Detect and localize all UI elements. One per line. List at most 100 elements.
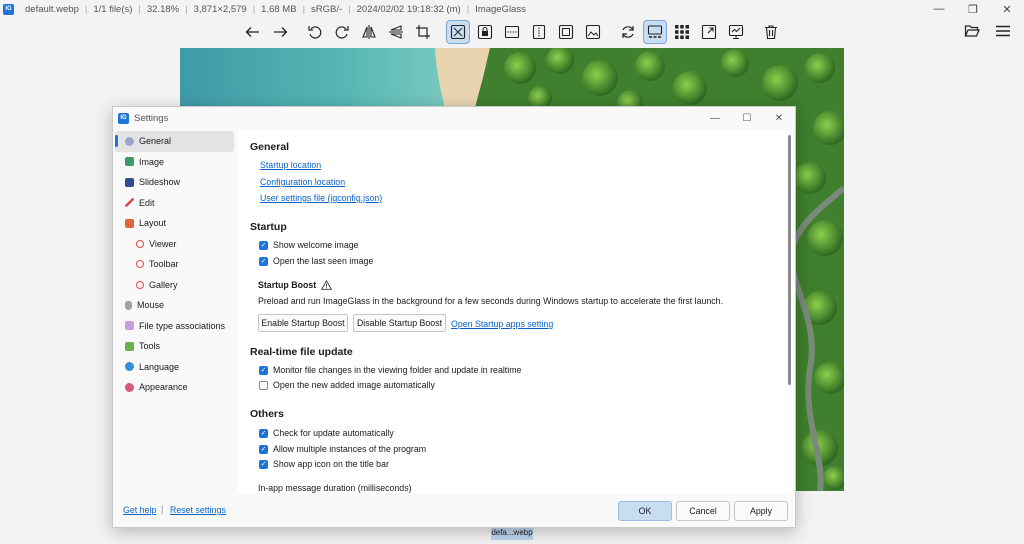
title-dimensions: 3,871×2,579 — [193, 3, 247, 15]
scale-to-fit-icon[interactable] — [555, 21, 577, 43]
menu-icon[interactable] — [992, 20, 1014, 42]
arrow-left-icon[interactable] — [242, 21, 264, 43]
refresh-icon[interactable] — [617, 21, 639, 43]
layout-icon — [125, 218, 134, 228]
monitor-file-changes-checkbox[interactable]: ✓ Monitor file changes in the viewing fol… — [259, 365, 521, 375]
puzzle-icon — [125, 341, 134, 351]
nav-item-gallery[interactable]: Gallery — [115, 275, 234, 296]
nav-item-mouse[interactable]: Mouse — [115, 295, 234, 316]
nav-item-viewer[interactable]: Viewer — [115, 234, 234, 255]
gallery-thumbnail[interactable]: defa...webp — [491, 526, 533, 540]
imageglass-logo-icon: IG — [118, 112, 129, 124]
settings-title: Settings — [134, 112, 169, 124]
open-startup-apps-link[interactable]: Open Startup apps setting — [451, 319, 553, 329]
nav-item-file-type-associations[interactable]: File type associations — [115, 316, 234, 337]
settings-dialog: IG Settings — ☐ ✕ General Image Slidesho… — [112, 106, 796, 528]
nav-item-language[interactable]: Language — [115, 357, 234, 378]
open-last-seen-image-checkbox[interactable]: ✓ Open the last seen image — [259, 256, 373, 266]
rotate-right-icon[interactable] — [331, 21, 353, 43]
toggle-thumbnail-icon[interactable] — [671, 21, 693, 43]
warning-icon — [321, 280, 333, 290]
apply-button[interactable]: Apply — [734, 501, 788, 521]
show-welcome-image-checkbox[interactable]: ✓ Show welcome image — [259, 240, 359, 250]
footer-separator: | — [161, 504, 164, 514]
crop-icon[interactable] — [412, 21, 434, 43]
cancel-button[interactable]: Cancel — [676, 501, 730, 521]
checkbox-checked-icon: ✓ — [259, 459, 268, 469]
arrow-right-icon[interactable] — [269, 21, 291, 43]
ring-icon — [136, 280, 144, 289]
title-file-count: 1/1 file(s) — [93, 3, 133, 15]
flip-horizontal-icon[interactable] — [358, 21, 380, 43]
settings-maximize-button[interactable]: ☐ — [731, 107, 763, 129]
nav-item-appearance[interactable]: Appearance — [115, 377, 234, 398]
scale-to-width-icon[interactable] — [501, 21, 523, 43]
settings-titlebar: IG Settings — ☐ ✕ — [113, 107, 795, 129]
scale-to-height-icon[interactable] — [528, 21, 550, 43]
ring-icon — [136, 260, 144, 269]
content-scrollbar[interactable] — [788, 135, 791, 385]
checkbox-checked-icon: ✓ — [259, 365, 268, 375]
delete-icon[interactable] — [760, 21, 782, 43]
settings-nav: General Image Slideshow Edit Layout View… — [113, 131, 235, 398]
checkbox-checked-icon: ✓ — [259, 240, 268, 250]
main-toolbar — [0, 18, 1024, 46]
rotate-left-icon[interactable] — [304, 21, 326, 43]
minimize-button[interactable]: — — [922, 0, 956, 18]
slideshow-nav-icon — [125, 177, 134, 187]
title-zoom: 32.18% — [146, 3, 180, 15]
user-settings-file-link[interactable]: User settings file (igconfig.json) — [260, 193, 382, 203]
nav-item-general[interactable]: General — [115, 131, 234, 152]
title-filesize: 1.68 MB — [261, 3, 297, 15]
slideshow-icon[interactable] — [725, 21, 747, 43]
settings-close-button[interactable]: ✕ — [763, 107, 795, 129]
section-title-realtime: Real-time file update — [250, 346, 353, 358]
nav-item-image[interactable]: Image — [115, 152, 234, 173]
configuration-location-link[interactable]: Configuration location — [260, 177, 345, 187]
checkbox-unchecked-icon — [259, 380, 268, 390]
section-title-general: General — [250, 141, 290, 153]
imageglass-logo-icon: IG — [3, 3, 14, 15]
fullscreen-icon[interactable] — [698, 21, 720, 43]
general-icon — [125, 136, 134, 146]
open-folder-icon[interactable] — [961, 20, 983, 42]
enable-startup-boost-button[interactable]: Enable Startup Boost — [258, 314, 348, 332]
settings-minimize-button[interactable]: — — [699, 107, 731, 129]
lock-zoom-icon[interactable] — [474, 21, 496, 43]
settings-content: General Startup location Configuration l… — [237, 131, 793, 493]
title-appname: ImageGlass — [475, 3, 526, 15]
maximize-button[interactable]: ❐ — [956, 0, 990, 18]
show-app-icon-checkbox[interactable]: ✓ Show app icon on the title bar — [259, 459, 389, 469]
image-icon — [125, 157, 134, 167]
nav-item-slideshow[interactable]: Slideshow — [115, 172, 234, 193]
pencil-icon — [125, 198, 134, 208]
get-help-link[interactable]: Get help — [123, 505, 156, 515]
file-type-icon — [125, 321, 134, 331]
checkbox-checked-icon: ✓ — [259, 428, 268, 438]
toggle-gallery-icon[interactable] — [643, 20, 667, 44]
flip-vertical-icon[interactable] — [385, 21, 407, 43]
startup-boost-description: Preload and run ImageGlass in the backgr… — [258, 296, 724, 306]
startup-location-link[interactable]: Startup location — [260, 160, 321, 170]
open-new-added-image-checkbox[interactable]: Open the new added image automatically — [259, 380, 435, 390]
auto-zoom-icon[interactable] — [446, 20, 470, 44]
nav-item-tools[interactable]: Tools — [115, 336, 234, 357]
scale-to-fill-icon[interactable] — [582, 21, 604, 43]
check-for-update-checkbox[interactable]: ✓ Check for update automatically — [259, 428, 394, 438]
ok-button[interactable]: OK — [618, 501, 672, 521]
globe-icon — [125, 362, 134, 372]
title-datetime: 2024/02/02 19:18:32 (m) — [356, 3, 461, 15]
ring-icon — [136, 239, 144, 248]
reset-settings-link[interactable]: Reset settings — [170, 505, 226, 515]
message-duration-label: In-app message duration (milliseconds) — [258, 483, 412, 493]
main-titlebar: IG default.webp | 1/1 file(s) | 32.18% | 3,… — [0, 0, 1024, 18]
checkbox-checked-icon: ✓ — [259, 256, 268, 266]
disable-startup-boost-button[interactable]: Disable Startup Boost — [353, 314, 446, 332]
nav-item-toolbar[interactable]: Toolbar — [115, 254, 234, 275]
nav-item-edit[interactable]: Edit — [115, 193, 234, 214]
close-button[interactable]: ✕ — [990, 0, 1024, 18]
nav-item-layout[interactable]: Layout — [115, 213, 234, 234]
section-title-others: Others — [250, 408, 284, 420]
palette-icon — [125, 382, 134, 392]
allow-multiple-instances-checkbox[interactable]: ✓ Allow multiple instances of the program — [259, 444, 426, 454]
